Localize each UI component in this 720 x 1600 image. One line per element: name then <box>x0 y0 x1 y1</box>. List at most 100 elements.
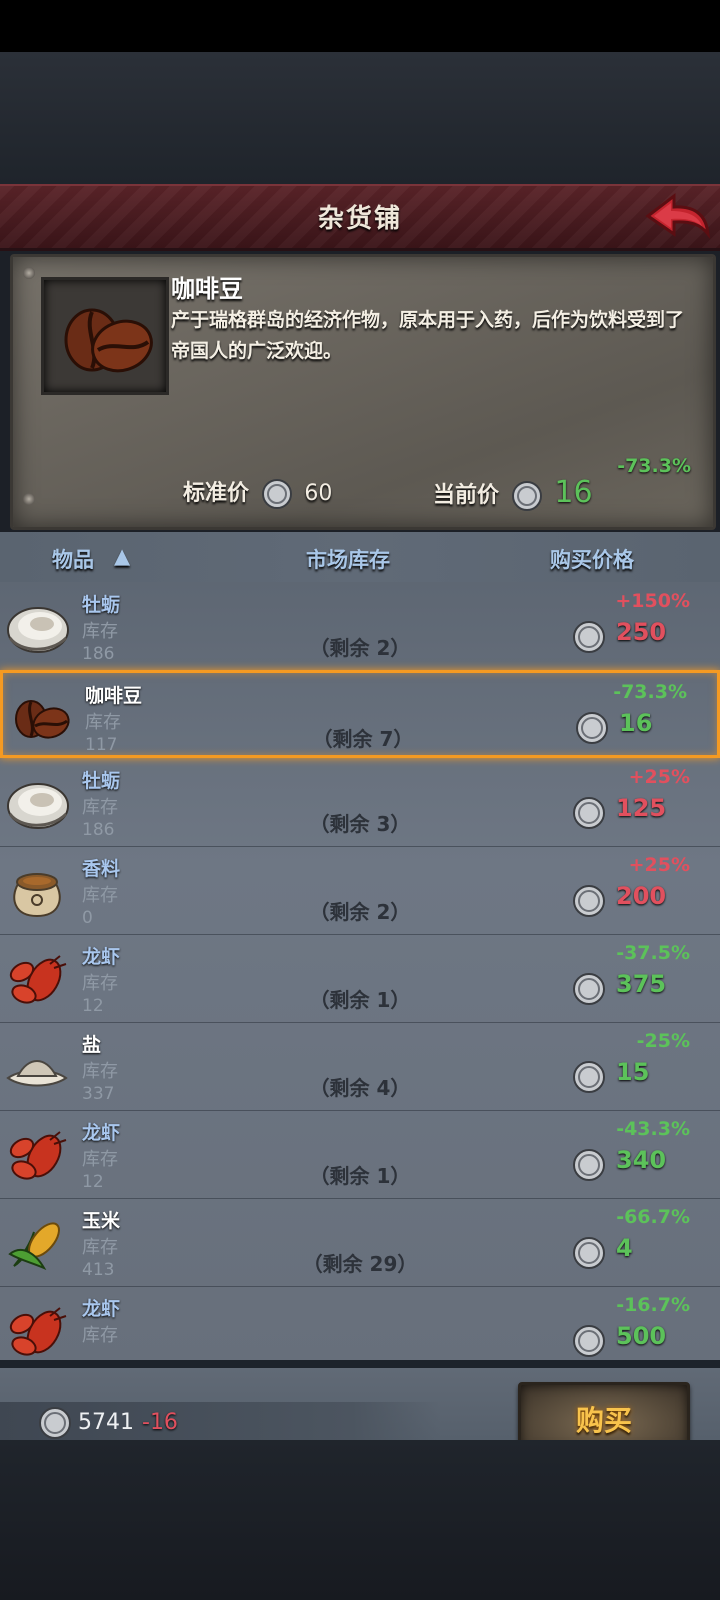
page-title: 杂货铺 <box>317 204 402 234</box>
item-name: 咖啡豆 <box>171 275 243 303</box>
price-change: -73.3% <box>613 681 687 703</box>
price-change: -16.7% <box>616 1294 690 1316</box>
item-image-frame <box>41 277 169 395</box>
backdrop-bottom <box>0 1440 720 1600</box>
oyster-icon <box>4 774 70 832</box>
stock-label: 库存 <box>82 621 118 642</box>
coffee-bean-icon <box>64 308 153 373</box>
stock-value: 186 <box>82 644 115 664</box>
market-remaining: （剩余 4） <box>309 1076 411 1100</box>
stock-label: 库存 <box>82 973 118 994</box>
back-button[interactable] <box>644 190 712 244</box>
buy-price: 125 <box>616 794 667 822</box>
sort-ascending-icon: ▲ <box>114 544 131 568</box>
coffee-bean-icon <box>7 689 73 747</box>
item-row[interactable]: 咖啡豆 库存 117 （剩余 7） -73.3% 16 <box>0 670 720 758</box>
item-row[interactable]: 龙虾库存 12 （剩余 1） -37.5% 375 <box>0 934 720 1023</box>
buy-price: 15 <box>616 1058 650 1086</box>
price-change: -43.3% <box>616 1118 690 1140</box>
market-remaining: （剩余 1） <box>309 988 411 1012</box>
market-remaining: （剩余 7） <box>312 727 414 751</box>
silver-coin-icon <box>511 481 542 511</box>
stock-value: 12 <box>82 1172 104 1192</box>
price-change: -73.3% <box>617 455 691 477</box>
stock-value: 0 <box>82 908 93 928</box>
silver-coin-icon <box>572 620 606 654</box>
market-remaining: （剩余 3） <box>309 812 411 836</box>
market-remaining: （剩余 2） <box>309 636 411 660</box>
corn-icon <box>4 1214 70 1272</box>
current-price-label: 当前价 <box>433 483 500 508</box>
price-change: -66.7% <box>616 1206 690 1228</box>
column-market-stock[interactable]: 市场库存 <box>306 544 390 574</box>
price-change: +25% <box>628 766 690 788</box>
item-row[interactable]: 玉米 库存 413 （剩余 29） -66.7% 4 <box>0 1198 720 1287</box>
buy-price: 4 <box>616 1234 633 1262</box>
item-description: 产于瑞格群岛的经济作物，原本用于入药，后作为饮料受到了帝国人的广泛欢迎。 <box>171 309 685 362</box>
item-row[interactable]: 龙虾库存 12 （剩余 1） -43.3% 340 <box>0 1110 720 1199</box>
stock-value: 186 <box>82 820 115 840</box>
item-list[interactable]: 物品 ▲ 市场库存 购买价格 牡蛎 库存 186 （剩余 2） +150% 250 咖啡豆库… <box>0 532 720 1364</box>
current-price-value: 16 <box>554 475 593 510</box>
title-bar: 杂货铺 <box>0 184 720 251</box>
buy-price: 375 <box>616 970 667 998</box>
stock-value: 117 <box>85 735 118 755</box>
column-item[interactable]: 物品 <box>52 544 94 574</box>
item-detail-card: 咖啡豆 产于瑞格群岛的经济作物，原本用于入药，后作为饮料受到了帝国人的广泛欢迎。… <box>10 254 716 530</box>
item-name: 牡蛎 <box>82 770 121 792</box>
current-price: 当前价 16 <box>433 475 593 512</box>
price-change: +150% <box>615 590 690 612</box>
silver-coin-icon <box>261 479 292 509</box>
oyster-icon <box>4 598 70 656</box>
item-row[interactable]: 龙虾 库存 -16.7% 500 <box>0 1286 720 1364</box>
silver-coin-icon <box>572 1236 606 1270</box>
divider <box>0 1360 720 1368</box>
money-amount: 5741 <box>78 1410 134 1435</box>
item-row[interactable]: 盐库存 337 （剩余 4） -25% 15 <box>0 1022 720 1111</box>
silver-coin-icon <box>572 1060 606 1094</box>
item-row[interactable]: 香料 库存 0 （剩余 2） +25% 200 <box>0 846 720 935</box>
buy-price: 200 <box>616 882 667 910</box>
stock-value: 12 <box>82 996 104 1016</box>
item-name: 咖啡豆 <box>85 685 143 707</box>
lobster-icon <box>4 1302 70 1360</box>
market-remaining: （剩余 1） <box>309 1164 411 1188</box>
standard-price-value: 60 <box>304 481 333 506</box>
column-buy-price[interactable]: 购买价格 <box>550 544 634 574</box>
item-name: 龙虾 <box>82 1122 121 1144</box>
silver-coin-icon <box>572 972 606 1006</box>
rivet <box>23 493 35 505</box>
stock-label: 库存 <box>82 797 118 818</box>
market-remaining: （剩余 29） <box>302 1252 418 1276</box>
lobster-icon <box>4 1126 70 1184</box>
market-remaining: （剩余 2） <box>309 900 411 924</box>
buy-button-label: 购买 <box>575 1404 632 1437</box>
item-name: 龙虾 <box>82 1298 121 1320</box>
money-cost: -16 <box>142 1410 178 1435</box>
buy-price: 340 <box>616 1146 667 1174</box>
buy-price: 250 <box>616 618 667 646</box>
buy-price: 500 <box>616 1322 667 1350</box>
item-name: 龙虾 <box>82 946 121 968</box>
silver-coin-icon <box>572 884 606 918</box>
silver-coin-icon <box>39 1407 71 1439</box>
stock-label: 库存 <box>82 1149 118 1170</box>
spice-sack-icon <box>4 862 70 920</box>
price-change: -25% <box>636 1030 690 1052</box>
price-change: +25% <box>628 854 690 876</box>
stock-label: 库存 <box>82 1061 118 1082</box>
standard-price: 标准价 60 <box>183 475 332 510</box>
status-bar <box>0 0 720 52</box>
silver-coin-icon <box>572 1148 606 1182</box>
item-row[interactable]: 牡蛎 库存 186 （剩余 2） +150% 250 <box>0 582 720 671</box>
rivet <box>23 267 35 279</box>
stock-value: 337 <box>82 1084 115 1104</box>
back-arrow-icon <box>645 192 711 239</box>
silver-coin-icon <box>572 796 606 830</box>
stock-label: 库存 <box>82 1237 118 1258</box>
item-row[interactable]: 牡蛎库存 186 （剩余 3） +25% 125 <box>0 758 720 847</box>
price-change: -37.5% <box>616 942 690 964</box>
salt-icon <box>4 1038 70 1096</box>
silver-coin-icon <box>572 1324 606 1358</box>
item-name: 玉米 <box>82 1210 121 1232</box>
